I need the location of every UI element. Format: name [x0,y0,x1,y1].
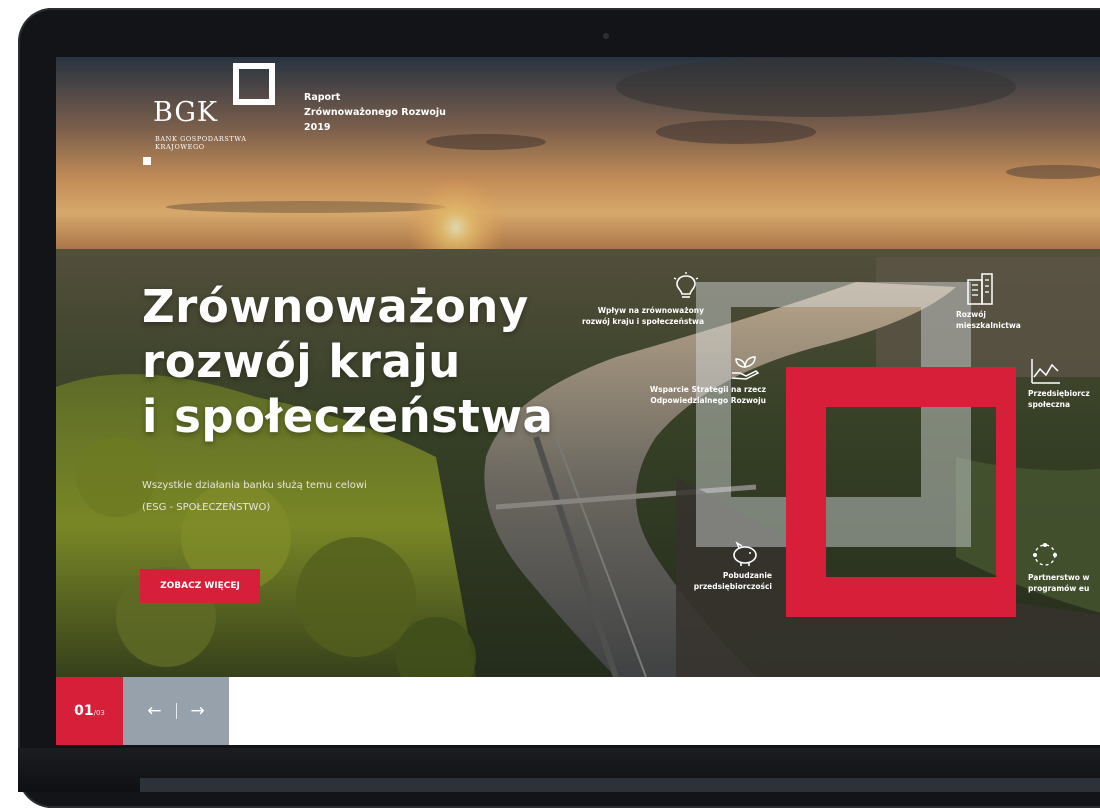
laptop-base-edge [140,778,1100,792]
arrow-separator [175,703,177,719]
hero-title: Zrównoważony rozwój kraju i społeczeństw… [142,280,554,443]
theme-sustainability-impact[interactable]: Wpływ na zrównoważony rozwój kraju i spo… [564,272,704,327]
theme-strategy-support[interactable]: Wsparcie Strategii na rzecz Odpowiedzial… [606,353,766,406]
building-icon [967,273,993,305]
logo-square-icon [233,63,275,105]
logo-text: BGK [153,97,219,128]
logo-dot-icon [143,157,151,165]
logo-subtext: BANK GOSPODARSTWA KRAJOWEGO [155,135,247,151]
theme-social-entrepreneurship[interactable]: Przedsiębiorcz społeczna [1028,357,1100,410]
website-screen: BGK BANK GOSPODARSTWA KRAJOWEGO Raport Z… [56,57,1100,745]
theme-housing[interactable]: Rozwój mieszkalnictwa [956,272,1046,331]
piggy-bank-icon [733,541,757,566]
lightbulb-icon [673,272,699,298]
hero-subtitle: Wszystkie działania banku służą temu cel… [142,480,367,513]
chart-icon [1031,359,1060,384]
slide-current: 01 [74,703,94,719]
camera-icon [603,33,609,39]
report-title: Raport Zrównoważonego Rozwoju 2019 [304,92,446,133]
theme-entrepreneurship[interactable]: Pobudzanie przedsiębiorczości [662,541,772,592]
slide-counter: 01 /03 [56,677,123,745]
slider-navigation: 01 /03 ← → [56,677,1100,745]
theme-partnership[interactable]: Partnerstwo w programów eu [1028,541,1100,594]
bgk-logo[interactable]: BGK BANK GOSPODARSTWA KRAJOWEGO [140,63,300,183]
prev-slide-button[interactable]: ← [143,701,165,721]
next-slide-button[interactable]: → [187,701,209,721]
see-more-button[interactable]: ZOBACZ WIĘCEJ [140,569,260,603]
plant-hand-icon [731,356,760,380]
slide-total: /03 [93,708,105,717]
network-icon [1033,543,1057,566]
slider-arrows: ← → [123,677,229,745]
